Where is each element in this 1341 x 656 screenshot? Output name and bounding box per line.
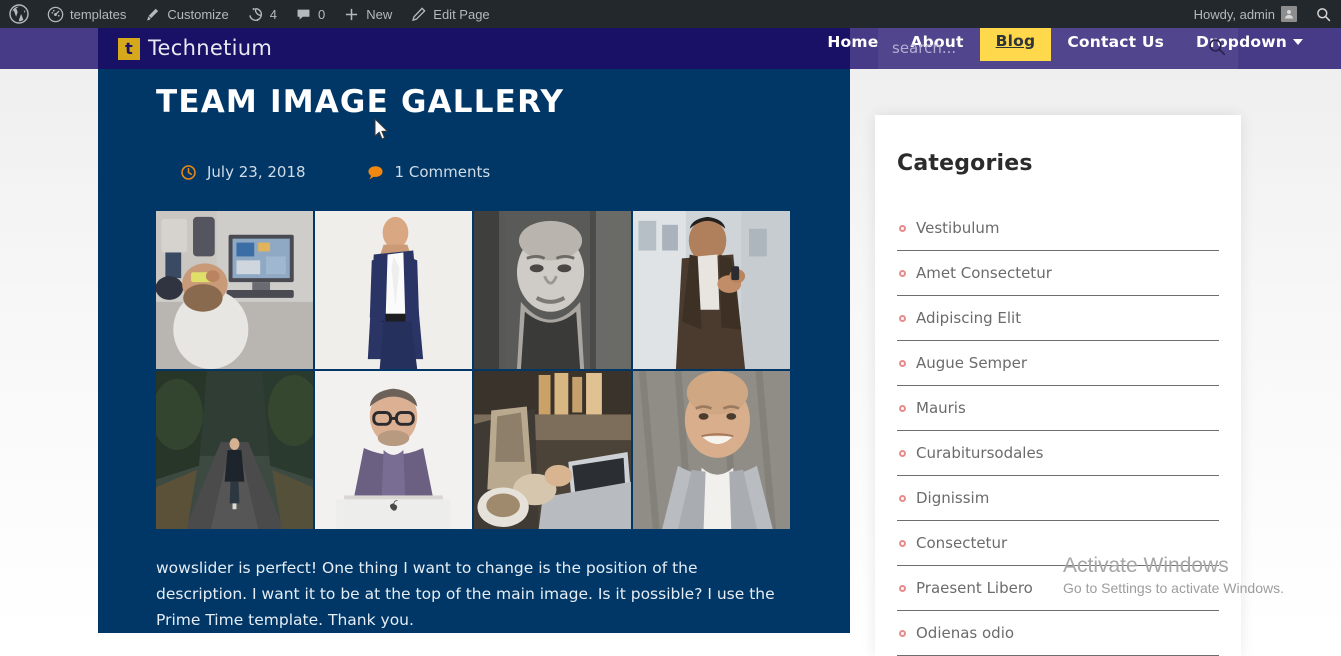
gallery-item-man-blue-suit-standing[interactable]	[315, 211, 472, 369]
gallery-item-smiling-bald-man-grey-blazer[interactable]	[633, 371, 790, 529]
category-label: Mauris	[916, 399, 966, 417]
adminbar-item-new[interactable]: New	[334, 0, 401, 28]
howdy-label: Howdy, admin	[1193, 6, 1275, 22]
search-submit-button[interactable]	[1196, 27, 1238, 69]
categories-list: Vestibulum Amet Consectetur Adipiscing E…	[897, 206, 1219, 656]
category-label: Vestibulum	[916, 219, 1000, 237]
search-input[interactable]	[878, 39, 1196, 57]
chevron-down-icon	[1293, 38, 1303, 45]
adminbar-item-comments[interactable]: 0	[286, 0, 334, 28]
category-item-vestibulum[interactable]: Vestibulum	[897, 206, 1219, 251]
adminbar-label-customize: Customize	[167, 6, 229, 22]
bullet-icon	[899, 494, 906, 502]
category-item-dignissim[interactable]: Dignissim	[897, 476, 1219, 521]
clock-icon	[180, 164, 197, 181]
logo-mark-icon: t	[118, 37, 140, 60]
bullet-icon	[899, 539, 906, 547]
plus-icon	[343, 6, 360, 23]
comment-icon	[295, 6, 312, 23]
adminbar-search-button[interactable]	[1306, 0, 1341, 28]
adminbar-label-updates-count: 4	[269, 6, 278, 22]
bullet-icon	[899, 629, 906, 637]
adminbar-item-customize[interactable]: Customize	[135, 0, 237, 28]
post-date-label: July 23, 2018	[207, 163, 306, 181]
adminbar-label-new: New	[366, 6, 393, 22]
post-comments[interactable]: 1 Comments	[366, 163, 491, 181]
gallery-item-person-laptop-cafe[interactable]	[474, 371, 631, 529]
page-title: TEAM IMAGE GALLERY	[156, 84, 565, 120]
wp-logo-button[interactable]	[0, 0, 38, 28]
gallery-item-man-on-forest-road[interactable]	[156, 371, 313, 529]
bullet-icon	[899, 359, 906, 367]
pencil-icon	[410, 6, 427, 23]
category-label: Praesent Libero	[916, 579, 1033, 597]
dashboard-icon	[47, 6, 64, 23]
bullet-icon	[899, 584, 906, 592]
post-body-text: wowslider is perfect! One thing I want t…	[156, 559, 775, 629]
adminbar-item-templates[interactable]: templates	[38, 0, 135, 28]
post-date: July 23, 2018	[180, 163, 306, 181]
bullet-icon	[899, 449, 906, 457]
adminbar-label-templates: templates	[70, 6, 127, 22]
search-icon	[1315, 6, 1332, 23]
site-logo[interactable]: t Technetium	[98, 28, 850, 69]
gallery-item-man-glasses-imac[interactable]	[315, 371, 472, 529]
category-label: Adipiscing Elit	[916, 309, 1022, 327]
header-search-bar	[878, 26, 1238, 70]
avatar	[1281, 6, 1297, 22]
brush-icon	[144, 6, 161, 23]
post-comments-label: 1 Comments	[394, 163, 491, 181]
adminbar-item-updates[interactable]: 4	[238, 0, 286, 28]
bullet-icon	[899, 269, 906, 277]
sidebar: Categories Vestibulum Amet Consectetur A…	[875, 115, 1241, 656]
category-item-consectetur[interactable]: Consectetur	[897, 521, 1219, 566]
adminbar-label-comments-count: 0	[318, 6, 326, 22]
bullet-icon	[899, 314, 906, 322]
category-item-odienas-odio[interactable]: Odienas odio	[897, 611, 1219, 656]
bullet-icon	[899, 404, 906, 412]
gallery-item-bw-portrait-man[interactable]	[474, 211, 631, 369]
category-item-adipiscing-elit[interactable]: Adipiscing Elit	[897, 296, 1219, 341]
adminbar-my-account[interactable]: Howdy, admin	[1185, 0, 1306, 28]
nav-label-home: Home	[827, 32, 879, 51]
comment-bubble-icon	[366, 164, 385, 181]
category-item-mauris[interactable]: Mauris	[897, 386, 1219, 431]
wp-admin-bar: templates Customize 4 0 New Edit Page Ho…	[0, 0, 1341, 28]
category-item-augue-semper[interactable]: Augue Semper	[897, 341, 1219, 386]
adminbar-label-edit-page: Edit Page	[433, 6, 490, 22]
category-label: Dignissim	[916, 489, 990, 507]
categories-widget-title: Categories	[897, 151, 1033, 176]
main-content: TEAM IMAGE GALLERY July 23, 2018 1 Comme…	[98, 69, 850, 633]
category-item-amet-consectetur[interactable]: Amet Consectetur	[897, 251, 1219, 296]
team-image-gallery	[156, 211, 790, 529]
bullet-icon	[899, 224, 906, 232]
search-icon	[1207, 37, 1227, 60]
post-meta: July 23, 2018 1 Comments	[180, 163, 792, 181]
gallery-item-man-leather-jacket-phone[interactable]	[633, 211, 790, 369]
categories-widget: Categories Vestibulum Amet Consectetur A…	[875, 115, 1241, 656]
category-label: Curabitursodales	[916, 444, 1044, 462]
wordpress-logo-icon	[9, 4, 29, 24]
category-label: Amet Consectetur	[916, 264, 1052, 282]
category-item-praesent-libero[interactable]: Praesent Libero	[897, 566, 1219, 611]
gallery-item-office-man-sticky-notes[interactable]	[156, 211, 313, 369]
category-label: Consectetur	[916, 534, 1008, 552]
category-item-curabitursodales[interactable]: Curabitursodales	[897, 431, 1219, 476]
adminbar-item-edit-page[interactable]: Edit Page	[401, 0, 498, 28]
category-label: Augue Semper	[916, 354, 1028, 372]
category-label: Odienas odio	[916, 624, 1015, 642]
site-title: Technetium	[148, 35, 273, 60]
revisions-icon	[247, 6, 264, 23]
